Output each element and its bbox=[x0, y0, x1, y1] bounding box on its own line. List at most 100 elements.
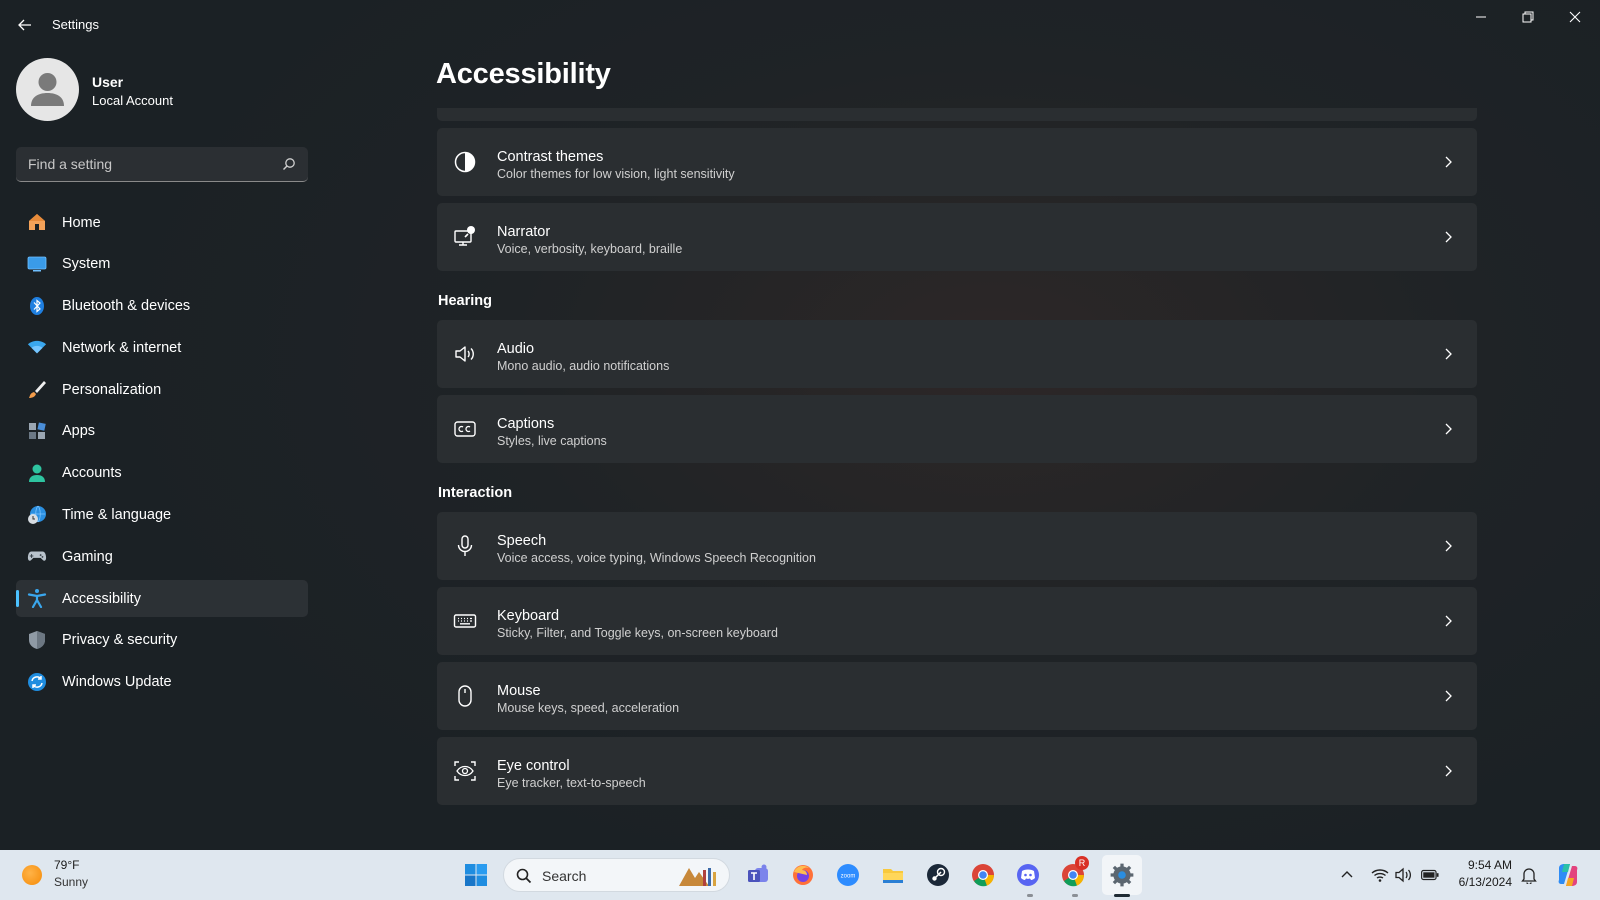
chevron-right-icon bbox=[1445, 231, 1452, 243]
narrator-card[interactable]: Narrator Voice, verbosity, keyboard, bra… bbox=[437, 203, 1477, 271]
wifi-icon bbox=[1371, 869, 1389, 882]
windows-logo-icon bbox=[465, 864, 487, 886]
section-heading-hearing: Hearing bbox=[438, 293, 492, 309]
captions-card[interactable]: Captions Styles, live captions bbox=[437, 395, 1477, 463]
steam-app-button[interactable] bbox=[922, 859, 954, 891]
microphone-icon bbox=[453, 534, 477, 558]
contrast-icon bbox=[453, 150, 477, 174]
settings-active-indicator bbox=[1114, 894, 1130, 897]
chevron-right-icon bbox=[1445, 540, 1452, 552]
search-icon[interactable] bbox=[282, 157, 296, 171]
sidebar-item-label: Personalization bbox=[62, 381, 162, 398]
taskbar: 79°F Sunny Search zoom R 9:54 AM 6/13/20… bbox=[0, 850, 1600, 900]
card-title: Contrast themes bbox=[497, 149, 604, 165]
notifications-button[interactable] bbox=[1520, 866, 1538, 884]
system-icon bbox=[27, 254, 47, 274]
sidebar-item-gaming[interactable]: Gaming bbox=[16, 538, 308, 575]
sidebar-item-label: Privacy & security bbox=[62, 632, 178, 649]
firefox-app-button[interactable] bbox=[787, 859, 819, 891]
card-title: Speech bbox=[497, 533, 547, 549]
back-arrow-icon bbox=[18, 19, 31, 31]
sidebar-item-system[interactable]: System bbox=[16, 246, 308, 283]
clock-time: 9:54 AM bbox=[1467, 858, 1512, 872]
sidebar-item-home[interactable]: Home bbox=[16, 204, 308, 241]
speech-card[interactable]: Speech Voice access, voice typing, Windo… bbox=[437, 512, 1477, 580]
discord-app-button[interactable] bbox=[1012, 859, 1044, 891]
teams-icon bbox=[748, 864, 768, 882]
network-tray-button[interactable] bbox=[1371, 866, 1389, 884]
sidebar-item-privacy[interactable]: Privacy & security bbox=[16, 622, 308, 659]
home-icon bbox=[27, 212, 47, 232]
card-title: Captions bbox=[497, 416, 555, 432]
avatar bbox=[16, 58, 79, 121]
sidebar-item-apps[interactable]: Apps bbox=[16, 413, 308, 450]
sidebar-item-network[interactable]: Network & internet bbox=[16, 329, 308, 366]
chevron-up-icon bbox=[1341, 871, 1353, 878]
card-title: Narrator bbox=[497, 224, 551, 240]
gear-icon bbox=[1110, 863, 1134, 887]
card-subtitle: Mono audio, audio notifications bbox=[497, 359, 670, 373]
sidebar-item-label: System bbox=[62, 256, 111, 273]
brush-icon bbox=[27, 379, 47, 399]
page-title: Accessibility bbox=[436, 58, 611, 90]
firefox-icon bbox=[793, 865, 813, 885]
shield-icon bbox=[27, 630, 47, 650]
show-hidden-icons-button[interactable] bbox=[1338, 866, 1356, 884]
back-button[interactable] bbox=[14, 14, 36, 36]
clock-date: 6/13/2024 bbox=[1458, 875, 1512, 889]
user-avatar-icon bbox=[31, 73, 64, 106]
sidebar-item-windows-update[interactable]: Windows Update bbox=[16, 664, 308, 701]
card-title: Eye control bbox=[497, 758, 570, 774]
volume-tray-button[interactable] bbox=[1395, 866, 1413, 884]
card-subtitle: Voice access, voice typing, Windows Spee… bbox=[497, 551, 816, 565]
copilot-button[interactable] bbox=[1555, 862, 1581, 888]
user-profile[interactable]: User Local Account bbox=[16, 58, 296, 122]
app-title: Settings bbox=[52, 17, 99, 32]
restore-button[interactable] bbox=[1505, 4, 1551, 30]
chevron-right-icon bbox=[1445, 765, 1452, 777]
taskbar-search[interactable]: Search bbox=[503, 858, 730, 892]
settings-app-button[interactable] bbox=[1102, 855, 1142, 895]
user-name: User bbox=[92, 74, 124, 90]
scrolled-card-edge bbox=[437, 108, 1477, 121]
sidebar-item-time-language[interactable]: Time & language bbox=[16, 497, 308, 534]
card-subtitle: Mouse keys, speed, acceleration bbox=[497, 701, 680, 715]
wifi-icon bbox=[27, 337, 47, 357]
contrast-themes-card[interactable]: Contrast themes Color themes for low vis… bbox=[437, 128, 1477, 196]
start-button[interactable] bbox=[460, 859, 492, 891]
file-explorer-button[interactable] bbox=[877, 859, 909, 891]
card-subtitle: Styles, live captions bbox=[497, 434, 607, 448]
zoom-app-button[interactable]: zoom bbox=[832, 859, 864, 891]
weather-widget[interactable]: 79°F Sunny bbox=[0, 850, 110, 900]
chrome-app-button[interactable] bbox=[967, 859, 999, 891]
close-button[interactable] bbox=[1552, 4, 1598, 30]
sun-icon bbox=[22, 865, 42, 885]
volume-icon bbox=[1395, 867, 1412, 883]
chevron-right-icon bbox=[1445, 156, 1452, 168]
sidebar-item-personalization[interactable]: Personalization bbox=[16, 371, 308, 408]
mouse-card[interactable]: Mouse Mouse keys, speed, acceleration bbox=[437, 662, 1477, 730]
teams-app-button[interactable] bbox=[742, 859, 774, 891]
sidebar-item-bluetooth[interactable]: Bluetooth & devices bbox=[16, 288, 308, 325]
battery-tray-button[interactable] bbox=[1421, 866, 1439, 884]
minimize-button[interactable] bbox=[1458, 4, 1504, 30]
keyboard-card[interactable]: Keyboard Sticky, Filter, and Toggle keys… bbox=[437, 587, 1477, 655]
sidebar-item-label: Accounts bbox=[62, 465, 122, 482]
chrome-icon bbox=[972, 864, 994, 887]
chevron-right-icon bbox=[1445, 615, 1452, 627]
search-input[interactable] bbox=[16, 147, 266, 181]
card-subtitle: Eye tracker, text-to-speech bbox=[497, 776, 646, 790]
card-subtitle: Voice, verbosity, keyboard, braille bbox=[497, 242, 683, 256]
eye-control-card[interactable]: Eye control Eye tracker, text-to-speech bbox=[437, 737, 1477, 805]
title-bar: Settings bbox=[0, 0, 1600, 50]
sidebar-item-accessibility[interactable]: Accessibility bbox=[16, 580, 308, 618]
card-title: Audio bbox=[497, 341, 535, 357]
chevron-right-icon bbox=[1445, 690, 1452, 702]
card-subtitle: Sticky, Filter, and Toggle keys, on-scre… bbox=[497, 626, 778, 640]
svg-text:zoom: zoom bbox=[841, 874, 856, 880]
sidebar-item-accounts[interactable]: Accounts bbox=[16, 455, 308, 492]
audio-card[interactable]: Audio Mono audio, audio notifications bbox=[437, 320, 1477, 388]
sidebar-item-label: Gaming bbox=[62, 548, 113, 565]
chrome-profile-app-button[interactable]: R bbox=[1057, 856, 1089, 891]
sidebar-item-label: Accessibility bbox=[62, 590, 141, 607]
